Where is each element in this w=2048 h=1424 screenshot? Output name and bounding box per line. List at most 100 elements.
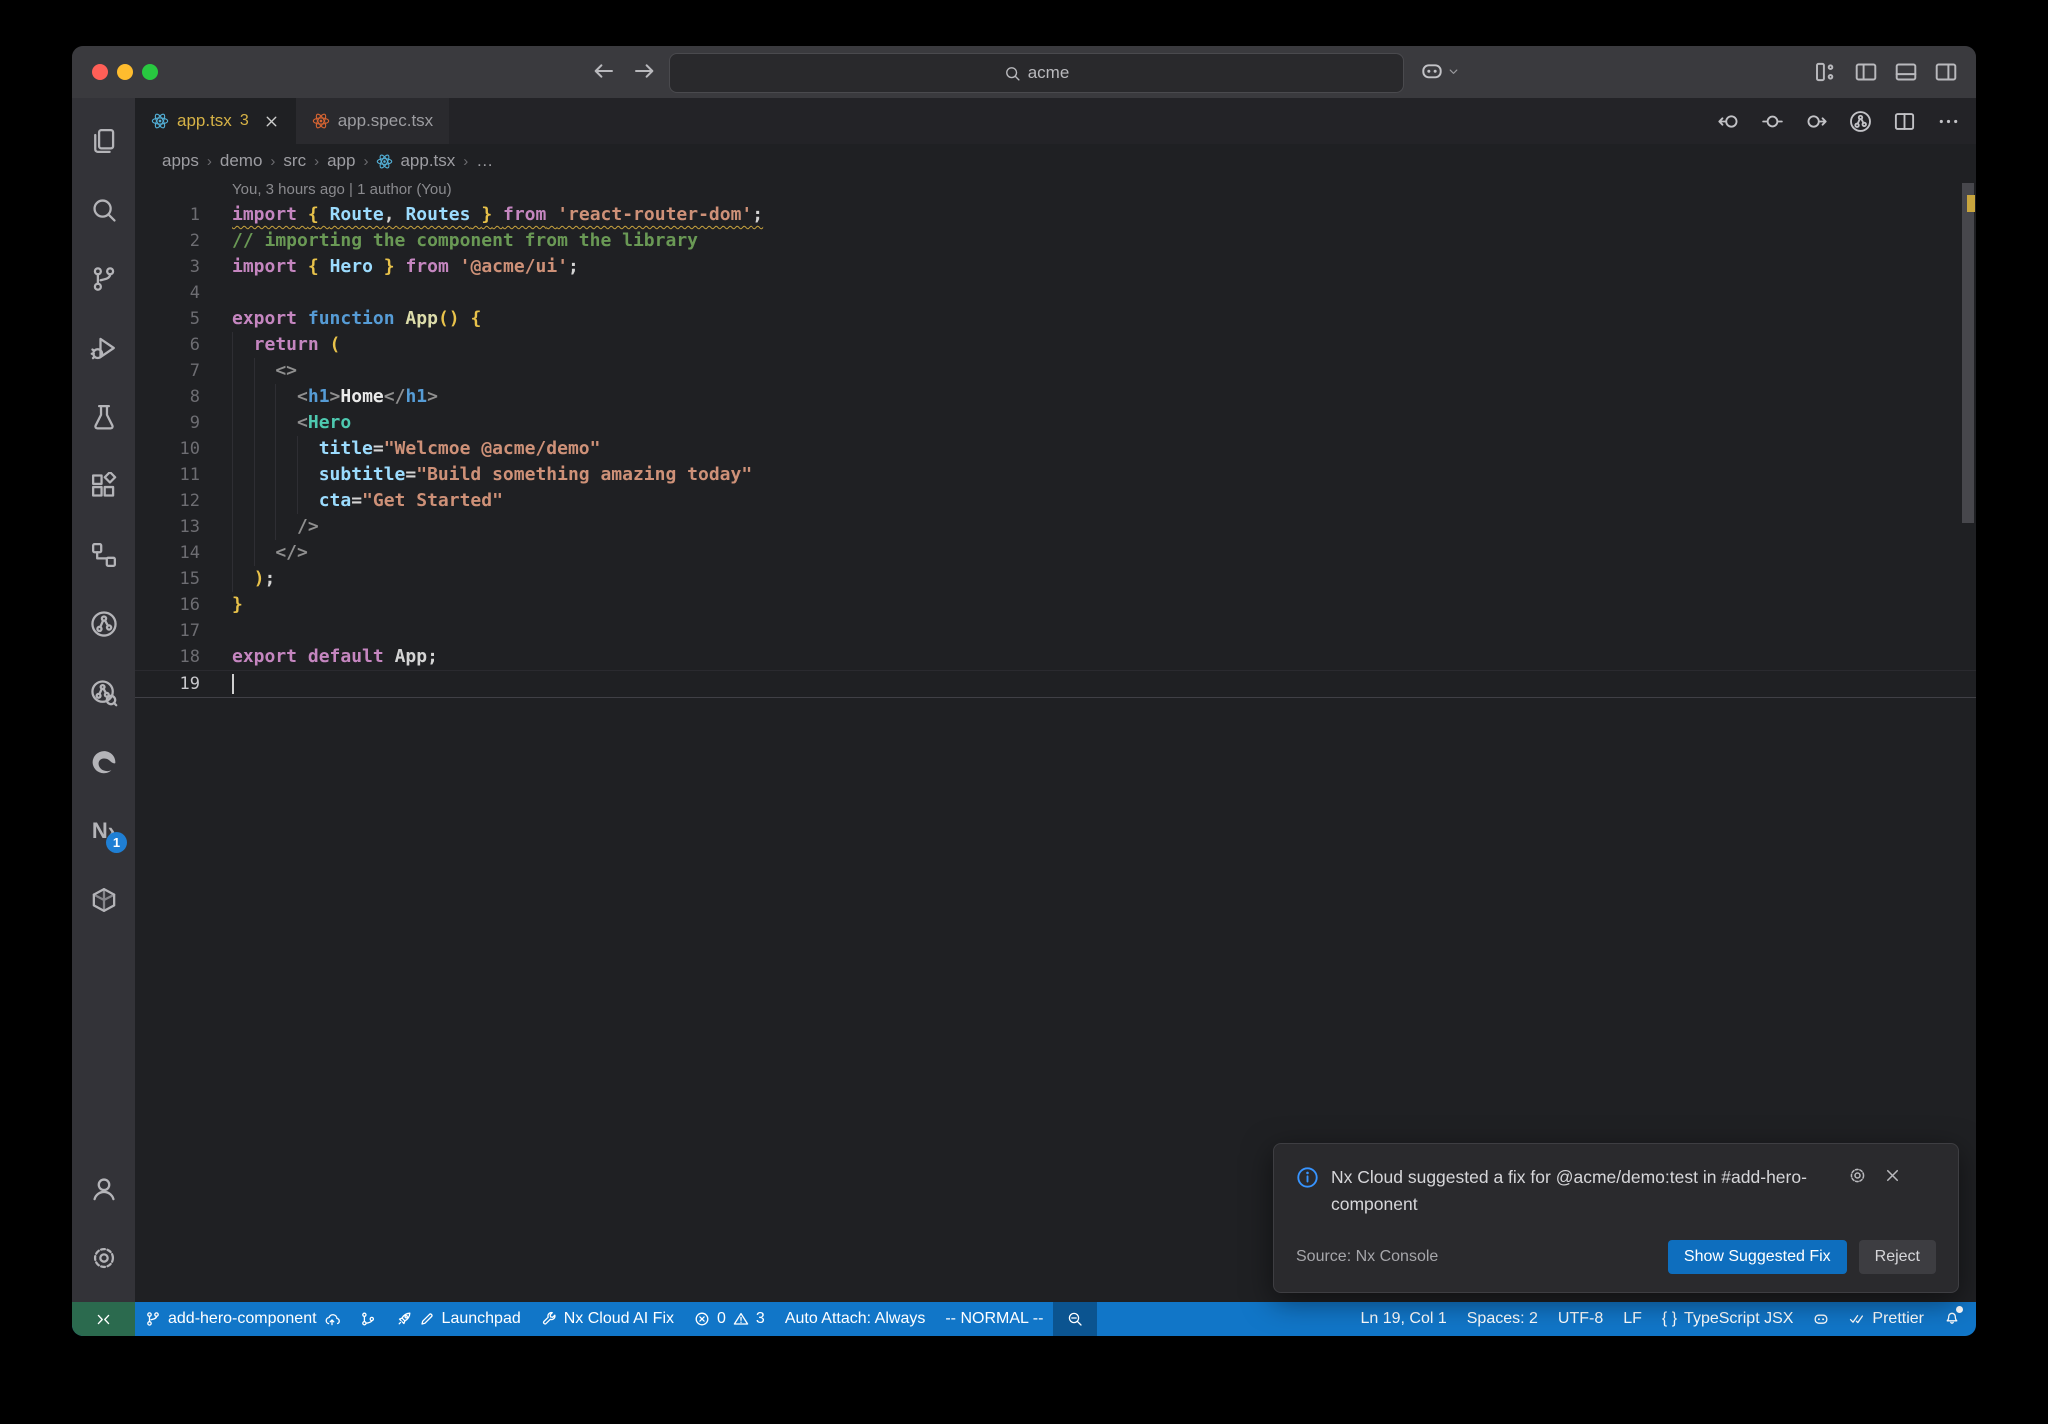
- more-icon[interactable]: [1937, 110, 1960, 133]
- code-line-11[interactable]: 11 subtitle="Build something amazing tod…: [135, 462, 1976, 488]
- code-line-15[interactable]: 15 );: [135, 566, 1976, 592]
- activity-bar-item-extensions[interactable]: [72, 451, 135, 520]
- breadcrumb-item-app[interactable]: app: [327, 151, 355, 171]
- indentation[interactable]: Spaces: 2: [1457, 1302, 1548, 1336]
- line-number[interactable]: 3: [135, 254, 200, 280]
- line-number[interactable]: 19: [135, 671, 200, 697]
- line-number[interactable]: 9: [135, 410, 200, 436]
- close-window-button[interactable]: [92, 64, 108, 80]
- notification-close-icon[interactable]: [1883, 1166, 1902, 1185]
- chevron-down-icon[interactable]: [1446, 64, 1461, 79]
- line-number[interactable]: 4: [135, 280, 200, 306]
- activity-bar-item-edge-browser[interactable]: [72, 727, 135, 796]
- line-number[interactable]: 18: [135, 644, 200, 670]
- nx-cloud-ai-fix-status[interactable]: Nx Cloud AI Fix: [531, 1302, 684, 1336]
- panel-right-icon[interactable]: [1934, 60, 1958, 84]
- breadcrumb-item-demo[interactable]: demo: [220, 151, 263, 171]
- breadcrumb-item-src[interactable]: src: [283, 151, 306, 171]
- line-number[interactable]: 16: [135, 592, 200, 618]
- prev-change-icon[interactable]: [1717, 110, 1740, 133]
- breadcrumb-item-apps[interactable]: apps: [162, 151, 199, 171]
- activity-bar-item-project-structure[interactable]: [72, 520, 135, 589]
- maximize-window-button[interactable]: [142, 64, 158, 80]
- line-number[interactable]: 14: [135, 540, 200, 566]
- activity-bar-item-run-and-debug[interactable]: [72, 313, 135, 382]
- code-line-3[interactable]: 3 import { Hero } from '@acme/ui';: [135, 254, 1976, 280]
- line-number[interactable]: 1: [135, 202, 200, 228]
- notification-settings-gear-icon[interactable]: [1848, 1166, 1867, 1185]
- code-line-9[interactable]: 9 <Hero: [135, 410, 1976, 436]
- split-icon[interactable]: [1893, 110, 1916, 133]
- code-editor[interactable]: You, 3 hours ago | 1 author (You) 1 impor…: [135, 178, 1976, 1302]
- line-number[interactable]: 2: [135, 228, 200, 254]
- code-line-13[interactable]: 13 />: [135, 514, 1976, 540]
- activity-bar-item-containers[interactable]: [72, 865, 135, 934]
- code-line-4[interactable]: 4: [135, 280, 1976, 306]
- line-number[interactable]: 10: [135, 436, 200, 462]
- line-number[interactable]: 12: [135, 488, 200, 514]
- activity-bar-item-search[interactable]: [72, 175, 135, 244]
- line-number[interactable]: 8: [135, 384, 200, 410]
- command-center-search[interactable]: acme: [669, 53, 1404, 93]
- activity-bar-item-testing[interactable]: [72, 382, 135, 451]
- activity-bar-item-accounts[interactable]: [72, 1154, 135, 1223]
- code-line-10[interactable]: 10 title="Welcmoe @acme/demo": [135, 436, 1976, 462]
- tab-app.spec.tsx[interactable]: app.spec.tsx: [295, 98, 450, 144]
- cursor-position[interactable]: Ln 19, Col 1: [1350, 1302, 1456, 1336]
- remote-indicator[interactable]: [72, 1302, 135, 1336]
- activity-bar-item-nx-console[interactable]: N› 1: [72, 796, 135, 865]
- code-line-5[interactable]: 5 export function App() {: [135, 306, 1976, 332]
- line-number[interactable]: 11: [135, 462, 200, 488]
- code-line-1[interactable]: 1 import { Route, Routes } from 'react-ro…: [135, 202, 1976, 228]
- run-circle-icon[interactable]: [1849, 110, 1872, 133]
- tab-close-icon[interactable]: [263, 113, 280, 130]
- code-line-2[interactable]: 2 // importing the component from the lib…: [135, 228, 1976, 254]
- code-line-16[interactable]: 16}: [135, 592, 1976, 618]
- copilot-status[interactable]: [1803, 1302, 1839, 1336]
- panel-bottom-icon[interactable]: [1894, 60, 1918, 84]
- code-line-12[interactable]: 12 cta="Get Started": [135, 488, 1976, 514]
- branch-status[interactable]: add-hero-component: [135, 1302, 350, 1336]
- activity-bar-item-explorer[interactable]: [72, 106, 135, 175]
- code-line-6[interactable]: 6 return (: [135, 332, 1976, 358]
- tab-app.tsx[interactable]: app.tsx 3: [135, 98, 296, 144]
- next-change-icon[interactable]: [1805, 110, 1828, 133]
- breadcrumb-item-…[interactable]: …: [476, 151, 493, 171]
- open-change-icon[interactable]: [1761, 110, 1784, 133]
- auto-attach-status[interactable]: Auto Attach: Always: [775, 1302, 936, 1336]
- title-bar[interactable]: acme: [72, 46, 1976, 98]
- language-mode[interactable]: { } TypeScript JSX: [1652, 1302, 1804, 1336]
- code-line-8[interactable]: 8 <h1>Home</h1>: [135, 384, 1976, 410]
- code-line-7[interactable]: 7 <>: [135, 358, 1976, 384]
- code-line-17[interactable]: 17: [135, 618, 1976, 644]
- line-number[interactable]: 7: [135, 358, 200, 384]
- line-number[interactable]: 5: [135, 306, 200, 332]
- copilot-menu[interactable]: [1420, 59, 1461, 83]
- formatter-status[interactable]: Prettier: [1839, 1302, 1934, 1336]
- reject-button[interactable]: Reject: [1858, 1240, 1936, 1274]
- show-suggested-fix-button[interactable]: Show Suggested Fix: [1667, 1240, 1847, 1274]
- vim-mode-status[interactable]: -- NORMAL --: [935, 1302, 1053, 1336]
- activity-bar-item-nx-project-graph[interactable]: [72, 589, 135, 658]
- code-line-18[interactable]: 18 export default App;: [135, 644, 1976, 670]
- copilot-icon[interactable]: [1420, 59, 1444, 83]
- code-line-19[interactable]: 19: [135, 670, 1976, 698]
- activity-bar-item-settings[interactable]: [72, 1223, 135, 1292]
- breadcrumb-item-app.tsx[interactable]: app.tsx: [376, 151, 455, 171]
- encoding[interactable]: UTF-8: [1548, 1302, 1613, 1336]
- notifications-bell[interactable]: [1934, 1302, 1970, 1336]
- code-line-14[interactable]: 14 </>: [135, 540, 1976, 566]
- nav-forward-icon[interactable]: [632, 58, 658, 84]
- activity-bar-item-source-control[interactable]: [72, 244, 135, 313]
- editor-scrollbar[interactable]: [1962, 183, 1974, 523]
- minimize-window-button[interactable]: [117, 64, 133, 80]
- eol[interactable]: LF: [1613, 1302, 1652, 1336]
- git-graph-status[interactable]: [350, 1302, 386, 1336]
- launchpad-status[interactable]: Launchpad: [386, 1302, 531, 1336]
- panel-left-icon[interactable]: [1854, 60, 1878, 84]
- activity-bar-item-nx-graph-explorer[interactable]: [72, 658, 135, 727]
- line-number[interactable]: 17: [135, 618, 200, 644]
- zoom-status[interactable]: [1053, 1302, 1098, 1336]
- line-number[interactable]: 13: [135, 514, 200, 540]
- nav-back-icon[interactable]: [590, 58, 616, 84]
